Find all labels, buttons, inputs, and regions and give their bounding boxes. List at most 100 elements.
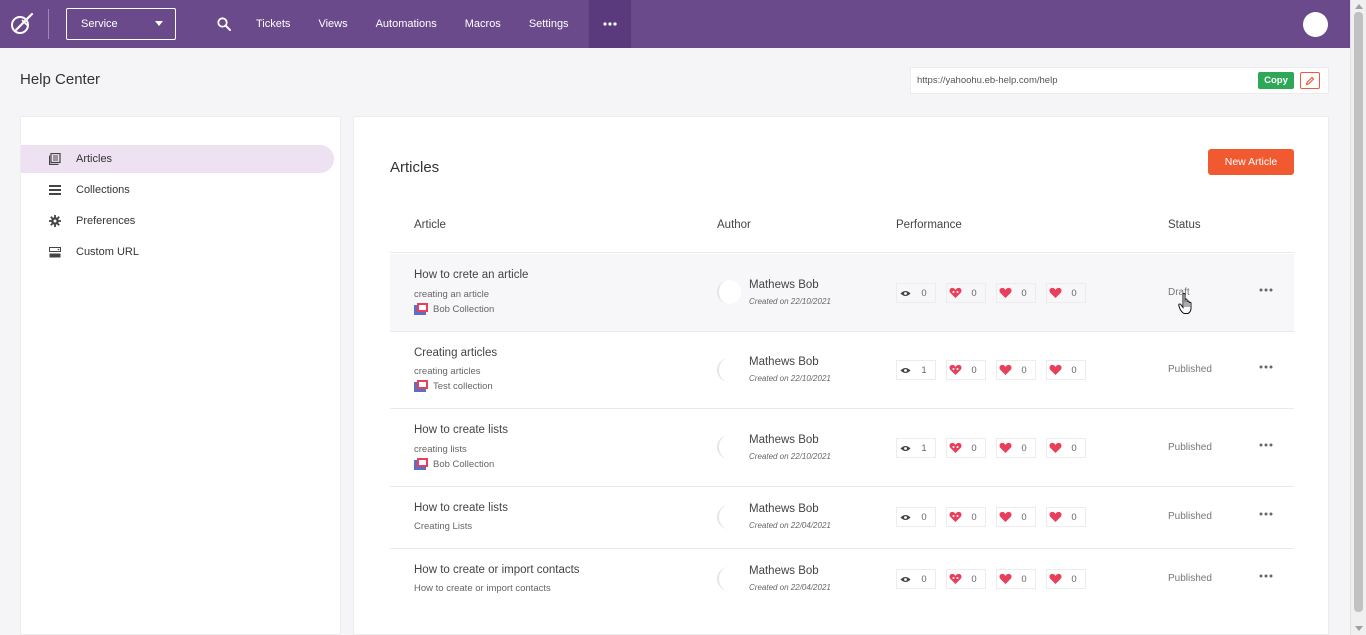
department-select[interactable]: Service	[66, 8, 176, 40]
heart-icon	[1047, 364, 1063, 376]
author-avatar	[717, 358, 741, 382]
collection-icon	[414, 303, 428, 315]
main-nav: Tickets Views Automations Macros Setting…	[256, 0, 597, 48]
article-title[interactable]: How to create lists	[414, 502, 508, 514]
performance-stats: 1 0 0 0	[896, 360, 1096, 380]
views-stat: 0	[896, 569, 936, 589]
heart-eyes-icon	[947, 364, 963, 376]
heart-icon	[997, 511, 1013, 523]
sidebar-item-label: Custom URL	[76, 246, 139, 258]
favorite-stat: 0	[1046, 507, 1086, 527]
brand-logo[interactable]	[2, 0, 42, 48]
nav-macros[interactable]: Macros	[465, 18, 501, 30]
search-icon	[217, 17, 231, 31]
views-stat: 1	[896, 438, 936, 458]
chevron-down-icon	[155, 21, 163, 26]
more-horizontal-icon	[1259, 574, 1273, 578]
more-menu-button[interactable]	[589, 0, 631, 48]
views-stat: 1	[896, 360, 936, 380]
performance-stats: 0 0 0 0	[896, 569, 1096, 589]
heart-eyes-icon	[947, 287, 963, 299]
column-header-author[interactable]: Author	[717, 219, 751, 231]
nav-views[interactable]: Views	[318, 18, 347, 30]
love-stat: 0	[946, 569, 986, 589]
collection-icon	[414, 458, 428, 470]
heart-icon	[1047, 442, 1063, 454]
nav-tickets[interactable]: Tickets	[256, 18, 290, 30]
help-center-sidebar: Articles Collections Preferences Custom …	[20, 116, 341, 635]
column-header-article[interactable]: Article	[414, 219, 446, 231]
more-horizontal-icon	[1259, 365, 1273, 369]
row-actions-button[interactable]	[1258, 571, 1274, 581]
more-horizontal-icon	[1259, 288, 1273, 292]
new-article-button[interactable]: New Article	[1208, 149, 1294, 175]
table-row[interactable]: How to create lists Creating Lists Mathe…	[390, 487, 1294, 549]
eye-icon	[897, 367, 913, 374]
heart-eyes-icon	[947, 442, 963, 454]
article-collection: Bob Collection	[414, 458, 494, 470]
more-horizontal-icon	[1259, 512, 1273, 516]
status-label: Published	[1168, 511, 1212, 522]
help-center-url-box: https://yahoohu.eb-help.com/help Copy	[910, 67, 1329, 94]
article-collection: Bob Collection	[414, 303, 494, 315]
table-row[interactable]: Creating articles creating articles Test…	[390, 332, 1294, 409]
article-title[interactable]: How to crete an article	[414, 269, 528, 281]
status-label: Published	[1168, 364, 1212, 375]
nav-settings[interactable]: Settings	[529, 18, 569, 30]
logo-divider	[48, 9, 49, 39]
author-name: Mathews Bob	[749, 503, 819, 515]
author-name: Mathews Bob	[749, 279, 819, 291]
article-title[interactable]: Creating articles	[414, 347, 497, 359]
more-horizontal-icon	[1259, 443, 1273, 447]
collection-name: Bob Collection	[433, 458, 495, 470]
views-stat: 0	[896, 507, 936, 527]
sidebar-item-collections[interactable]: Collections	[21, 176, 334, 204]
help-center-url[interactable]: https://yahoohu.eb-help.com/help	[917, 75, 1258, 86]
author-avatar	[717, 280, 741, 304]
row-actions-button[interactable]	[1258, 362, 1274, 372]
table-row[interactable]: How to create lists creating lists Bob C…	[390, 409, 1294, 487]
sidebar-item-custom-url[interactable]: Custom URL	[21, 238, 334, 266]
article-subtitle: creating lists	[414, 444, 467, 455]
table-row[interactable]: How to create or import contacts How to …	[390, 549, 1294, 609]
collection-name: Bob Collection	[433, 303, 495, 315]
column-header-performance[interactable]: Performance	[896, 219, 962, 231]
scroll-up-arrow-icon[interactable]	[1355, 4, 1363, 9]
user-avatar[interactable]	[1303, 12, 1328, 37]
articles-title: Articles	[390, 159, 440, 176]
article-title[interactable]: How to create or import contacts	[414, 564, 580, 576]
nav-automations[interactable]: Automations	[376, 18, 437, 30]
scroll-down-arrow-icon[interactable]	[1355, 626, 1363, 631]
author-name: Mathews Bob	[749, 356, 819, 368]
page-scrollbar[interactable]	[1350, 0, 1366, 635]
love-stat: 0	[946, 283, 986, 303]
edit-url-button[interactable]	[1300, 72, 1320, 89]
sidebar-item-preferences[interactable]: Preferences	[21, 207, 334, 235]
table-row[interactable]: How to crete an article creating an arti…	[390, 254, 1294, 332]
search-button[interactable]	[214, 14, 234, 34]
scroll-thumb[interactable]	[1354, 12, 1363, 612]
row-actions-button[interactable]	[1258, 440, 1274, 450]
article-title[interactable]: How to create lists	[414, 424, 508, 436]
author-avatar	[717, 505, 741, 529]
hand-cursor-icon	[1178, 293, 1192, 314]
collection-icon	[414, 380, 428, 392]
favorite-stat: 0	[1046, 360, 1086, 380]
sidebar-item-label: Articles	[76, 153, 113, 165]
collection-name: Test collection	[433, 380, 493, 392]
love-stat: 0	[946, 507, 986, 527]
sidebar-item-articles[interactable]: Articles	[21, 145, 334, 173]
heart-icon	[1047, 573, 1063, 585]
performance-stats: 0 0 0 0	[896, 283, 1096, 303]
row-actions-button[interactable]	[1258, 285, 1274, 295]
page-title: Help Center	[20, 71, 101, 88]
column-header-status[interactable]: Status	[1168, 219, 1201, 231]
created-date: Created on 22/10/2021	[749, 452, 831, 461]
created-date: Created on 22/10/2021	[749, 374, 831, 383]
top-navigation-bar: Service Tickets Views Automations Macros…	[0, 0, 1350, 48]
table-header-divider	[390, 252, 1294, 253]
row-actions-button[interactable]	[1258, 509, 1274, 519]
article-subtitle: creating an article	[414, 289, 489, 300]
copy-url-button[interactable]: Copy	[1258, 72, 1294, 89]
favorite-stat: 0	[1046, 569, 1086, 589]
